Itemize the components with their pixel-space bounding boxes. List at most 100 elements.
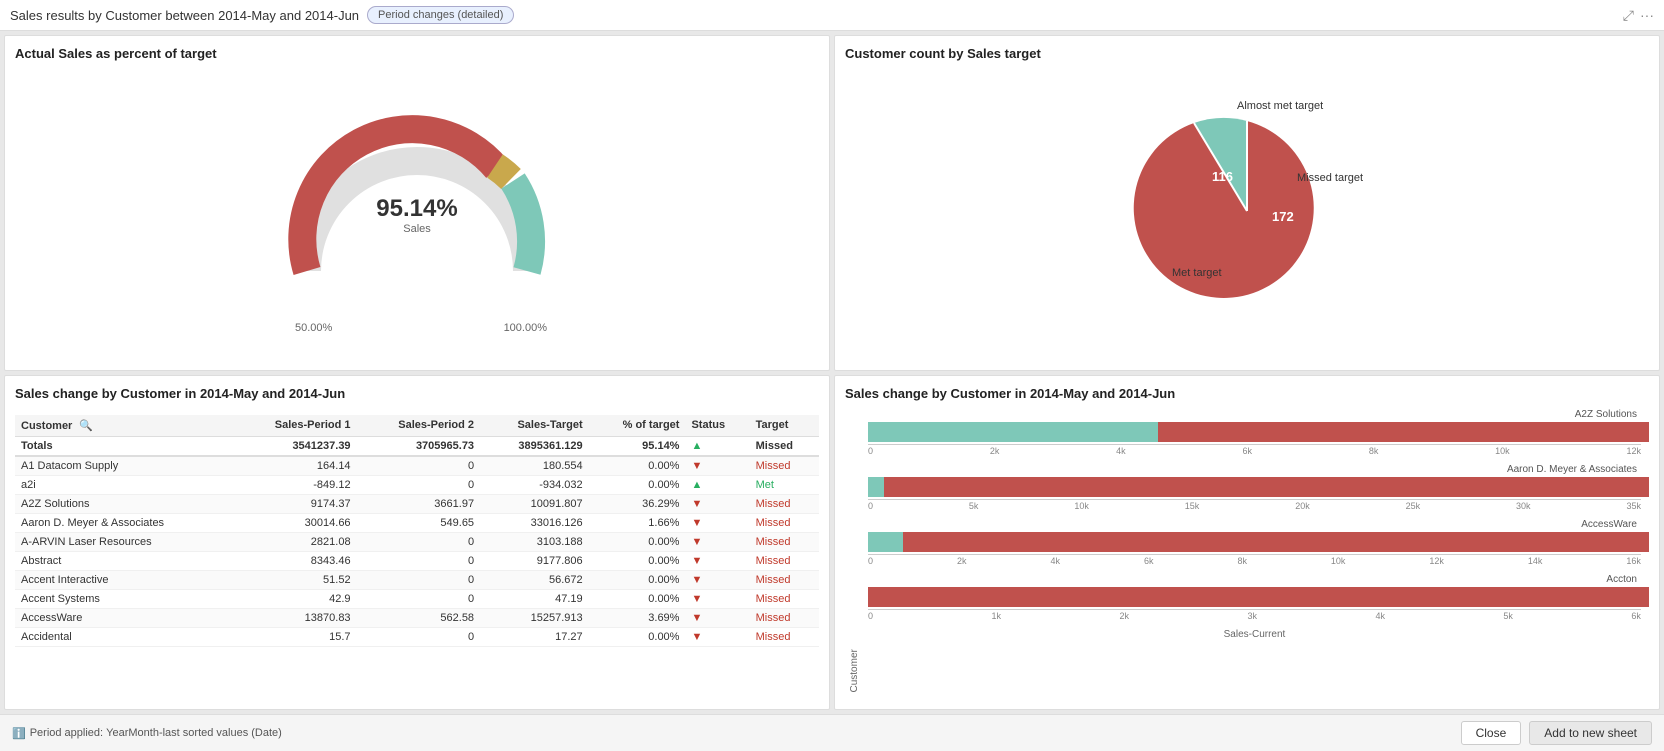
svg-text:Missed target: Missed target [1297,172,1363,184]
row-arrow: ▲ [685,475,749,494]
bar-aaron-red [884,477,1649,497]
bar-aaron [868,477,1641,497]
table-header: Customer 🔍 Sales-Period 1 Sales-Period 2… [15,415,819,437]
svg-text:Almost met target: Almost met target [1237,100,1323,112]
gauge-title: Actual Sales as percent of target [15,46,819,61]
row-customer: Accent Systems [15,589,233,608]
row-period2: 0 [357,627,481,646]
table-row: A-ARVIN Laser Resources 2821.08 0 3103.1… [15,532,819,551]
totals-arrow: ▲ [685,436,749,456]
period-label: Period applied: [30,727,103,739]
row-pct: 3.69% [589,608,686,627]
row-target: 180.554 [480,456,589,476]
pie-svg: Missed target Met target Almost met targ… [1097,91,1397,331]
row-period1: 9174.37 [233,494,357,513]
table-row: Accidental 15.7 0 17.27 0.00% ▼ Missed [15,627,819,646]
more-icon[interactable]: ··· [1640,7,1654,24]
bar-label-accton: Accton [868,574,1641,585]
row-customer: Accidental [15,627,233,646]
bar-accton-red [868,587,1649,607]
row-status: Met [750,475,819,494]
row-customer: A2Z Solutions [15,494,233,513]
row-arrow: ▼ [685,456,749,476]
row-target: 9177.806 [480,551,589,570]
row-target: 56.672 [480,570,589,589]
row-pct: 0.00% [589,570,686,589]
period-value: YearMonth-last sorted values (Date) [106,727,282,739]
row-period2: 562.58 [357,608,481,627]
svg-text:Met target: Met target [1172,267,1222,279]
bar-group-access: AccessWare 02k4k6k8k10k12k14k16k [868,519,1641,566]
bar-chart-wrapper: Customer A2Z Solutions 02k4k6k8 [845,409,1649,693]
row-customer: a2i [15,475,233,494]
bar-chart-title: Sales change by Customer in 2014-May and… [845,386,1649,401]
svg-text:116: 116 [1212,169,1233,184]
row-target: 3103.188 [480,532,589,551]
row-customer: A-ARVIN Laser Resources [15,532,233,551]
row-period1: -849.12 [233,475,357,494]
period-badge[interactable]: Period changes (detailed) [367,6,514,24]
pie-title: Customer count by Sales target [845,46,1649,61]
add-to-sheet-button[interactable]: Add to new sheet [1529,721,1652,745]
row-period1: 51.52 [233,570,357,589]
title-bar: Sales results by Customer between 2014-M… [0,0,1664,31]
bar-group-aaron: Aaron D. Meyer & Associates 05k10k15k20k… [868,464,1641,511]
row-period1: 2821.08 [233,532,357,551]
sales-table: Customer 🔍 Sales-Period 1 Sales-Period 2… [15,415,819,647]
row-target: 47.19 [480,589,589,608]
row-pct: 36.29% [589,494,686,513]
pie-wrapper: Missed target Met target Almost met targ… [1097,91,1397,331]
bar-group-accton: Accton 01k2k3k4k5k6k [868,574,1641,621]
pie-panel: Customer count by Sales target [834,35,1660,371]
bar-aaron-green [868,477,884,497]
row-customer: A1 Datacom Supply [15,456,233,476]
bar-label-aaron: Aaron D. Meyer & Associates [868,464,1641,475]
gauge-container: 0.00% 50.00% 100.00% 150.00% 95.14% Sale… [15,69,819,353]
x-axis-title: Sales-Current [868,629,1641,640]
row-arrow: ▼ [685,627,749,646]
table-header-row: Sales change by Customer in 2014-May and… [15,386,819,409]
bar-a2z-red [1158,422,1649,442]
totals-period2: 3705965.73 [357,436,481,456]
row-target: 15257.913 [480,608,589,627]
row-arrow: ▼ [685,513,749,532]
row-pct: 0.00% [589,627,686,646]
title-actions: ⤢ ··· [1623,7,1654,24]
col-customer: Customer 🔍 [15,415,233,437]
gauge-center: 95.14% Sales [376,195,457,235]
gauge-panel: Actual Sales as percent of target 0 [4,35,830,371]
row-target: 10091.807 [480,494,589,513]
row-period2: 0 [357,475,481,494]
col-period2: Sales-Period 2 [357,415,481,437]
collapse-icon[interactable]: ⤢ [1623,7,1634,24]
row-customer: Abstract [15,551,233,570]
bar-groups: A2Z Solutions 02k4k6k8k10k12k [864,409,1649,693]
bar-aaron-axis: 05k10k15k20k25k30k35k [868,501,1641,511]
table-panel: Sales change by Customer in 2014-May and… [4,375,830,711]
main-container: Sales results by Customer between 2014-M… [0,0,1664,751]
close-button[interactable]: Close [1461,721,1522,745]
bar-group-a2z: A2Z Solutions 02k4k6k8k10k12k [868,409,1641,456]
gauge-sub-label: Sales [376,223,457,235]
totals-pct: 95.14% [589,436,686,456]
search-icon[interactable]: 🔍 [79,420,93,432]
row-pct: 0.00% [589,475,686,494]
totals-customer: Totals [15,436,233,456]
table-row: a2i -849.12 0 -934.032 0.00% ▲ Met [15,475,819,494]
bar-label-a2z: A2Z Solutions [868,409,1641,420]
table-scroll[interactable]: Customer 🔍 Sales-Period 1 Sales-Period 2… [15,415,819,700]
row-period2: 0 [357,551,481,570]
bottom-bar: ℹ️ Period applied: YearMonth-last sorted… [0,714,1664,751]
gauge-percent: 95.14% [376,195,457,223]
bar-access [868,532,1641,552]
pie-container: Missed target Met target Almost met targ… [845,69,1649,353]
col-target-arrow: Target [750,415,819,437]
row-pct: 0.00% [589,551,686,570]
table-row: AccessWare 13870.83 562.58 15257.913 3.6… [15,608,819,627]
bottom-actions: Close Add to new sheet [1461,721,1652,745]
row-period2: 0 [357,456,481,476]
info-icon: ℹ️ [12,727,26,740]
row-pct: 0.00% [589,456,686,476]
row-period2: 549.65 [357,513,481,532]
row-target: -934.032 [480,475,589,494]
